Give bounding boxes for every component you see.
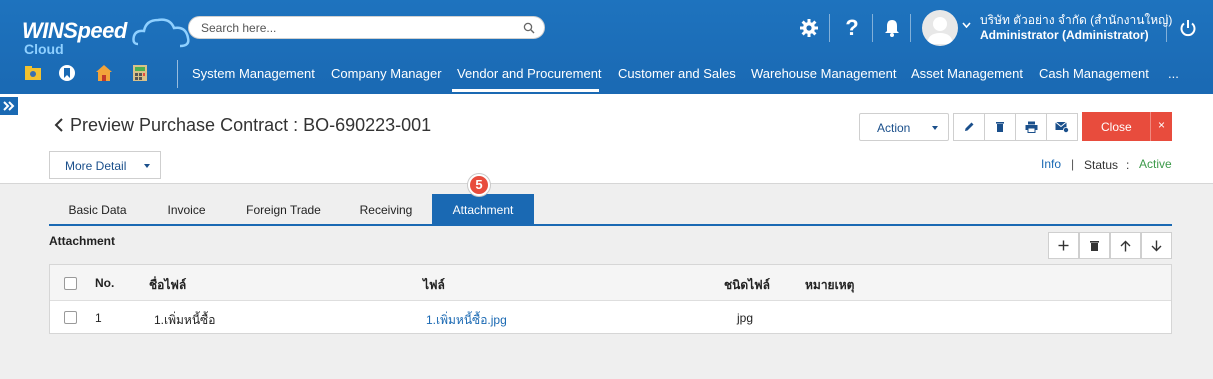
caret-down-icon bbox=[144, 164, 150, 168]
more-detail-label: More Detail bbox=[65, 159, 127, 173]
delete-button[interactable] bbox=[984, 113, 1016, 141]
row-file-name: 1.เพิ่มหนี้ซื้อ bbox=[154, 313, 216, 327]
tab-receiving[interactable]: Receiving bbox=[340, 194, 432, 225]
status-label: Status bbox=[1084, 158, 1119, 172]
expand-sidebar-button[interactable] bbox=[0, 97, 18, 115]
edit-button[interactable] bbox=[953, 113, 985, 141]
table-row[interactable]: 1 1.เพิ่มหนี้ซื้อ 1.เพิ่มหนี้ซื้อ.jpg jp… bbox=[50, 301, 1171, 333]
gear-icon[interactable] bbox=[794, 14, 824, 42]
close-x-button[interactable]: × bbox=[1150, 112, 1172, 141]
section-title: Attachment bbox=[49, 234, 116, 248]
search-icon[interactable] bbox=[523, 22, 535, 34]
more-detail-dropdown[interactable]: More Detail bbox=[49, 151, 161, 179]
printer-icon bbox=[1025, 121, 1037, 133]
delete-row-button[interactable] bbox=[1079, 232, 1110, 259]
column-header-note: หมายเหตุ bbox=[805, 278, 855, 292]
close-button[interactable]: Close bbox=[1082, 112, 1150, 141]
power-icon[interactable] bbox=[1173, 14, 1203, 42]
caret-down-icon bbox=[932, 126, 938, 130]
menu-asset-management[interactable]: Asset Management bbox=[911, 66, 1023, 81]
active-menu-indicator bbox=[452, 89, 599, 92]
help-icon[interactable]: ? bbox=[837, 14, 867, 42]
top-divider bbox=[1166, 14, 1167, 42]
row-no: 1 bbox=[95, 311, 102, 325]
tab-invoice[interactable]: Invoice bbox=[146, 194, 227, 225]
move-up-button[interactable] bbox=[1110, 232, 1141, 259]
arrow-up-icon bbox=[1120, 240, 1131, 251]
menu-warehouse-management[interactable]: Warehouse Management bbox=[751, 66, 897, 81]
top-divider bbox=[910, 14, 911, 42]
menu-customer-and-sales[interactable]: Customer and Sales bbox=[618, 66, 736, 81]
chevron-down-icon[interactable] bbox=[962, 22, 971, 28]
print-button[interactable] bbox=[1015, 113, 1047, 141]
back-arrow-icon[interactable] bbox=[54, 118, 64, 132]
search-input[interactable]: Search here... bbox=[188, 16, 545, 39]
select-all-checkbox[interactable] bbox=[64, 277, 77, 290]
avatar[interactable] bbox=[922, 10, 958, 46]
row-file-link[interactable]: 1.เพิ่มหนี้ซื้อ.jpg bbox=[426, 311, 507, 330]
tab-basic-data[interactable]: Basic Data bbox=[49, 194, 146, 225]
pencil-icon bbox=[965, 122, 974, 131]
menu-vendor-and-procurement[interactable]: Vendor and Procurement bbox=[457, 66, 602, 81]
column-header-file-name: ชื่อไฟล์ bbox=[149, 278, 187, 292]
page-title: Preview Purchase Contract : BO-690223-00… bbox=[70, 115, 432, 135]
home-icon[interactable] bbox=[95, 64, 113, 82]
email-button[interactable] bbox=[1046, 113, 1078, 141]
mail-icon bbox=[1055, 121, 1069, 133]
menu-company-manager[interactable]: Company Manager bbox=[331, 66, 442, 81]
action-dropdown-button[interactable]: Action bbox=[859, 113, 949, 141]
add-row-button[interactable] bbox=[1048, 232, 1079, 259]
bell-icon[interactable] bbox=[877, 14, 907, 42]
logo-sub-text: Cloud bbox=[24, 41, 64, 57]
tab-attachment[interactable]: Attachment bbox=[432, 194, 534, 225]
double-chevron-right-icon bbox=[3, 101, 15, 111]
tab-foreign-trade[interactable]: Foreign Trade bbox=[227, 194, 340, 225]
user-role: Administrator (Administrator) bbox=[980, 28, 1149, 42]
trash-icon bbox=[996, 122, 1004, 132]
column-header-file-type: ชนิดไฟล์ bbox=[724, 278, 771, 292]
info-link[interactable]: Info bbox=[1041, 157, 1061, 171]
row-file-type: jpg bbox=[737, 311, 754, 325]
menu-system-management[interactable]: System Management bbox=[192, 66, 315, 81]
trash-icon bbox=[1090, 240, 1099, 251]
plus-icon bbox=[1058, 240, 1069, 251]
status-colon: : bbox=[1126, 158, 1130, 172]
move-down-button[interactable] bbox=[1141, 232, 1172, 259]
menu-cash-management[interactable]: Cash Management bbox=[1039, 66, 1149, 81]
column-header-no: No. bbox=[95, 276, 115, 290]
menu-divider bbox=[177, 60, 178, 88]
folder-icon[interactable] bbox=[24, 64, 42, 82]
menu-more[interactable]: ... bbox=[1168, 66, 1179, 81]
user-silhouette-icon bbox=[927, 17, 953, 44]
app-logo[interactable]: WINSpeed Cloud bbox=[22, 18, 190, 66]
top-divider bbox=[872, 14, 873, 42]
attachment-table: No. ชื่อไฟล์ ไฟล์ ชนิดไฟล์ หมายเหตุ 1 1.… bbox=[49, 264, 1172, 334]
status-value: Active bbox=[1139, 157, 1172, 171]
table-header: No. ชื่อไฟล์ ไฟล์ ชนิดไฟล์ หมายเหตุ bbox=[50, 265, 1171, 301]
top-divider bbox=[829, 14, 830, 42]
calculator-icon[interactable] bbox=[131, 64, 149, 82]
search-placeholder: Search here... bbox=[201, 21, 277, 35]
tab-underline bbox=[49, 224, 1172, 226]
arrow-down-icon bbox=[1151, 240, 1162, 251]
step-badge: 5 bbox=[468, 174, 490, 196]
info-separator: | bbox=[1071, 157, 1075, 171]
row-checkbox[interactable] bbox=[64, 311, 77, 324]
column-header-file: ไฟล์ bbox=[423, 278, 445, 292]
close-label: Close bbox=[1101, 120, 1132, 134]
cloud-logo-icon bbox=[132, 18, 190, 48]
action-label: Action bbox=[877, 121, 911, 135]
bookmark-icon[interactable] bbox=[58, 64, 76, 82]
